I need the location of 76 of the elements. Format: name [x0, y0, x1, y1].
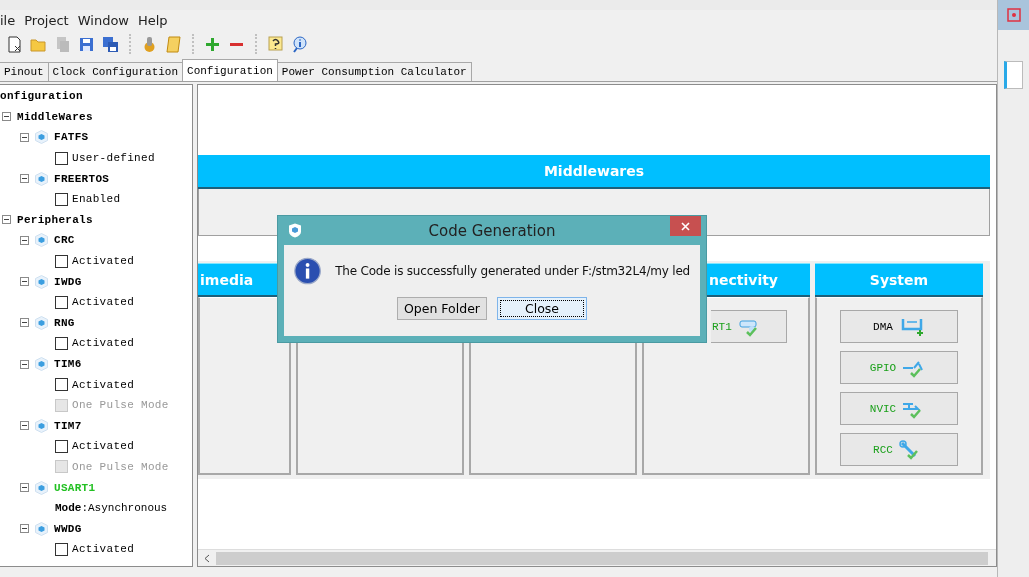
- tree-item[interactable]: FATFS: [54, 131, 89, 144]
- scroll-thumb[interactable]: [216, 551, 988, 565]
- menu-item[interactable]: Help: [138, 12, 168, 28]
- tree-item[interactable]: TIM6: [54, 358, 82, 370]
- tree-heading: onfiguration: [0, 90, 83, 103]
- collapse-icon[interactable]: [20, 524, 29, 534]
- checkbox-label: Activated: [72, 296, 135, 309]
- checkbox[interactable]: [55, 254, 68, 268]
- menu-item[interactable]: ile: [0, 12, 16, 28]
- checkbox[interactable]: [55, 192, 68, 206]
- checkbox[interactable]: [55, 439, 68, 453]
- info-icon: [294, 255, 322, 287]
- collapse-icon[interactable]: [20, 359, 29, 369]
- menu-item[interactable]: Project: [24, 12, 69, 28]
- cube-icon: [35, 274, 48, 289]
- cube-icon: [35, 357, 48, 371]
- checkbox-label: Activated: [72, 378, 135, 391]
- checkbox[interactable]: [55, 336, 68, 350]
- dialog-button[interactable]: Open Folder: [397, 297, 487, 320]
- collapse-icon[interactable]: [20, 483, 29, 493]
- checkbox-label: User-defined: [72, 152, 155, 165]
- close-button[interactable]: [670, 216, 701, 236]
- save-icon[interactable]: [78, 35, 95, 53]
- tree-item[interactable]: RNG: [54, 316, 75, 329]
- info-icon[interactable]: [291, 35, 308, 53]
- cube-icon: [35, 418, 48, 433]
- app-icon: [1006, 8, 1021, 22]
- setting-text: Mode:Asynchronous: [55, 502, 168, 515]
- input-field[interactable]: [1004, 61, 1023, 89]
- checkbox[interactable]: [55, 542, 68, 556]
- section-header: Middlewares: [198, 155, 990, 189]
- collapse-icon[interactable]: [2, 215, 11, 225]
- checkbox-label: Enabled: [72, 193, 121, 206]
- collapse-icon[interactable]: [20, 318, 29, 328]
- collapse-icon[interactable]: [20, 174, 29, 184]
- checkbox[interactable]: [55, 151, 68, 165]
- checkbox-label: Activated: [72, 543, 135, 556]
- horizontal-scrollbar[interactable]: [198, 549, 996, 566]
- checkbox[interactable]: [55, 378, 68, 392]
- module-button[interactable]: DMA: [840, 310, 958, 343]
- tree-item[interactable]: WWDG: [54, 522, 82, 535]
- cube-icon: [35, 315, 48, 330]
- cube-icon: [35, 233, 48, 248]
- cube-icon: [35, 480, 48, 495]
- collapse-icon[interactable]: [20, 235, 29, 245]
- cube-icon: [35, 171, 48, 186]
- tab[interactable]: Power Consumption Calculator: [276, 62, 472, 81]
- shield-icon: [288, 223, 302, 238]
- tree-item[interactable]: IWDG: [54, 275, 82, 288]
- collapse-icon[interactable]: [2, 112, 11, 122]
- checkbox-label: Activated: [72, 440, 135, 453]
- new-file-icon[interactable]: [6, 35, 23, 53]
- tree-item[interactable]: CRC: [54, 234, 75, 247]
- collapse-icon[interactable]: [20, 277, 29, 287]
- checkbox-label: One Pulse Mode: [72, 399, 169, 412]
- plus-icon[interactable]: [204, 35, 221, 53]
- tree-item[interactable]: FREERTOS: [54, 172, 110, 185]
- tree-item[interactable]: MiddleWares: [17, 110, 93, 123]
- save-all-icon[interactable]: [102, 35, 119, 53]
- collapse-icon[interactable]: [20, 421, 29, 431]
- category-header: System: [815, 263, 983, 297]
- help-icon[interactable]: [267, 35, 284, 53]
- checkbox-label: Activated: [72, 337, 135, 350]
- dialog-button[interactable]: Close: [497, 297, 587, 320]
- menu-item[interactable]: Window: [77, 12, 129, 28]
- checkbox-label: Activated: [72, 255, 135, 268]
- tree-item[interactable]: TIM7: [54, 419, 82, 432]
- close-icon[interactable]: [681, 221, 690, 231]
- tree-item[interactable]: Peripherals: [17, 213, 93, 226]
- checkbox[interactable]: [55, 295, 68, 309]
- collapse-icon[interactable]: [20, 133, 29, 142]
- cube-icon: [35, 130, 48, 145]
- tab[interactable]: Configuration: [182, 59, 278, 81]
- cube-icon: [35, 521, 48, 536]
- checkbox-label: One Pulse Mode: [72, 461, 169, 473]
- dialog-title: Code Generation: [427, 221, 557, 240]
